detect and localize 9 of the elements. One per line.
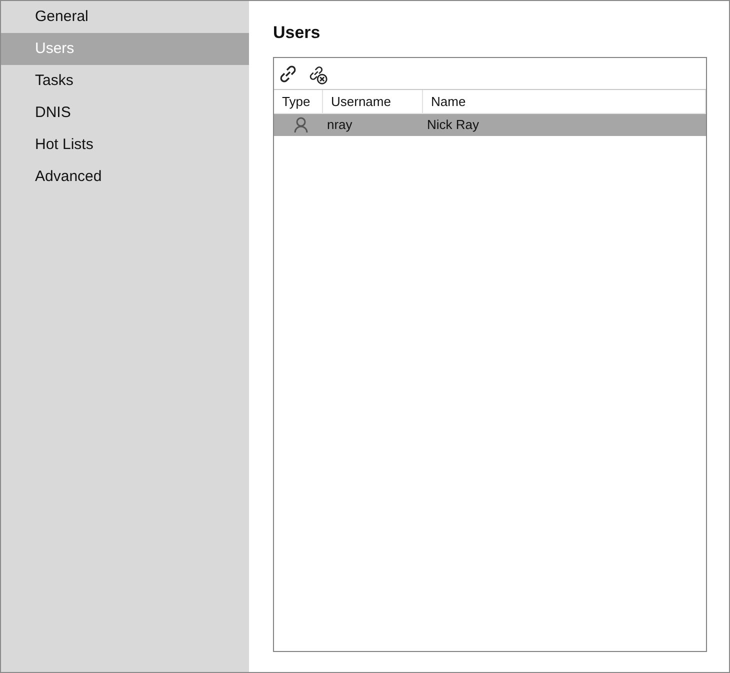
sidebar-item[interactable]: DNIS (1, 97, 249, 129)
name-cell-text: Nick Ray (427, 116, 480, 134)
username-cell-text: nray (327, 116, 352, 134)
sidebar-item[interactable]: Hot Lists (1, 129, 249, 161)
sidebar-item[interactable]: General (1, 1, 249, 33)
sidebar-item[interactable]: Tasks (1, 65, 249, 97)
table-row[interactable]: nray Nick Ray (274, 114, 706, 136)
page-title: Users (273, 23, 322, 43)
sidebar-item[interactable]: Advanced (1, 161, 249, 193)
